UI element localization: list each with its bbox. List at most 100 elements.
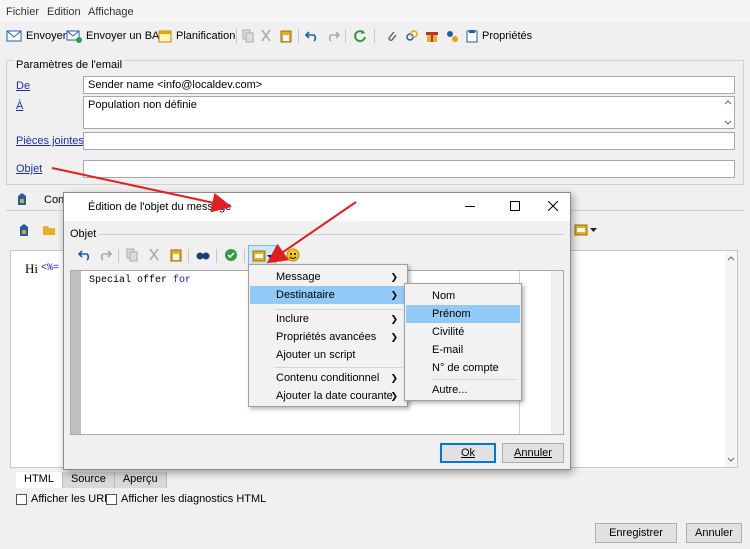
editor-gutter [71,271,81,434]
show-urls-checkbox[interactable]: Afficher les URL [16,493,110,505]
send-proof-button[interactable]: Envoyer un BAT [66,27,165,45]
menu-item-advanced-properties[interactable]: Propriétés avancées ❯ [250,328,406,346]
scroll-up-icon[interactable] [727,255,735,261]
from-link[interactable]: De [16,80,30,92]
close-icon[interactable] [548,201,558,211]
submenu-item-name[interactable]: Nom [406,287,520,305]
submenu-item-title-label: Civilité [432,326,465,338]
chevron-right-icon: ❯ [390,391,398,401]
dialog-titlebar: Édition de l'objet du message [64,193,570,221]
show-diagnostics-checkbox[interactable]: Afficher les diagnostics HTML [106,493,266,505]
chevron-right-icon: ❯ [390,272,398,282]
ok-button[interactable]: Ok [440,443,496,463]
menu-edition[interactable]: Edition [47,6,81,18]
paste-icon[interactable] [170,248,182,262]
tab-preview[interactable]: Aperçu [115,472,167,488]
tab-source[interactable]: Source [63,472,115,488]
submenu-item-account-number[interactable]: N° de compte [406,359,520,377]
menu-fichier[interactable]: Fichier [6,6,39,18]
save-button[interactable]: Enregistrer [595,523,677,543]
menu-item-advanced-properties-label: Propriétés avancées [276,331,377,343]
menu-item-add-script[interactable]: Ajouter un script [250,346,406,364]
menu-item-recipient-label: Destinataire [276,289,335,301]
smiley-icon[interactable] [286,248,300,262]
properties-button[interactable]: Propriétés [466,27,532,45]
submenu-item-account-number-label: N° de compte [432,362,499,374]
dropdown-arrow-icon [267,255,274,259]
submenu-item-firstname[interactable]: Prénom [406,305,520,323]
undo-icon[interactable] [78,249,92,261]
to-link[interactable]: À [16,100,23,112]
scroll-down-icon[interactable] [724,120,732,126]
cancel-button[interactable]: Annuler [686,523,742,543]
menu-item-add-current-date-label: Ajouter la date courante [276,390,393,402]
menu-item-add-current-date[interactable]: Ajouter la date courante ❯ [250,387,406,405]
menu-item-include[interactable]: Inclure ❯ [250,310,406,328]
send-proof-label: Envoyer un BAT [86,30,166,42]
submenu-item-email[interactable]: E-mail [406,341,520,359]
submenu-item-firstname-label: Prénom [432,308,471,320]
menu-affichage[interactable]: Affichage [88,6,134,18]
find-binoculars-icon[interactable] [196,249,210,261]
to-field[interactable]: Population non définie [83,96,735,129]
subject-editor-scrollbar[interactable] [551,271,563,434]
dropdown-arrow-icon[interactable] [590,228,597,232]
subject-link[interactable]: Objet [16,163,42,175]
cut-icon[interactable] [258,28,274,44]
chevron-right-icon: ❯ [390,332,398,342]
dialog-section-label: Objet [70,228,97,240]
attachments-link[interactable]: Pièces jointes [16,135,84,147]
redo-icon[interactable] [98,249,112,261]
personalization-menu: Message ❯ Destinataire ❯ Inclure ❯ Propriét… [248,264,408,407]
copy-icon[interactable] [240,28,256,44]
scroll-up-icon[interactable] [724,99,732,105]
menu-item-conditional-content[interactable]: Contenu conditionnel ❯ [250,369,406,387]
properties-label: Propriétés [482,30,533,42]
maximize-icon[interactable] [510,201,520,211]
minimize-icon[interactable] [465,206,475,208]
content-icon [18,193,26,205]
link-icon[interactable] [404,28,420,44]
undo-icon[interactable] [304,28,320,44]
attachments-field[interactable] [83,132,735,150]
to-field-scrollbar[interactable] [722,97,734,128]
envelope-icon [6,30,22,42]
check-icon[interactable] [224,248,238,262]
menu-separator [275,367,403,368]
editor-logo-icon[interactable] [18,223,32,237]
menu-item-message-label: Message [276,271,321,283]
personalization-icon[interactable] [444,28,460,44]
gift-icon[interactable] [424,28,440,44]
tab-html[interactable]: HTML [16,472,63,488]
menu-item-message[interactable]: Message ❯ [250,268,406,286]
section-divider [98,234,564,235]
submenu-item-other-label: Autre... [432,384,468,396]
from-field[interactable]: Sender name <info@localdev.com> [83,76,735,94]
cut-icon[interactable] [148,248,160,262]
send-button[interactable]: Envoyer [6,27,66,45]
editor-scrollbar[interactable] [725,251,737,467]
menu-item-recipient[interactable]: Destinataire ❯ [250,286,406,304]
send-label: Envoyer [26,30,67,42]
paste-icon[interactable] [278,28,294,44]
checkbox-box[interactable] [16,493,27,505]
submenu-item-title[interactable]: Civilité [406,323,520,341]
planning-button[interactable]: Planification [158,27,235,45]
redo-icon[interactable] [325,28,341,44]
subject-field[interactable] [83,160,735,178]
insert-field-icon[interactable] [574,224,588,236]
dialog-title: Édition de l'objet du message [88,201,232,213]
scroll-down-icon[interactable] [727,457,735,463]
show-diagnostics-label: Afficher les diagnostics HTML [121,493,267,505]
copy-icon[interactable] [126,248,138,262]
checkbox-box[interactable] [106,493,117,505]
refresh-icon[interactable] [352,28,368,44]
open-folder-icon[interactable] [42,224,56,236]
subject-text-keyword: for [173,275,192,286]
dialog-cancel-button[interactable]: Annuler [502,443,564,463]
submenu-item-other[interactable]: Autre... [406,381,520,399]
attachment-icon[interactable] [384,28,400,44]
editor-view-tabs: HTML Source Aperçu [16,472,167,488]
chevron-right-icon: ❯ [390,290,398,300]
menu-item-add-script-label: Ajouter un script [276,349,356,361]
